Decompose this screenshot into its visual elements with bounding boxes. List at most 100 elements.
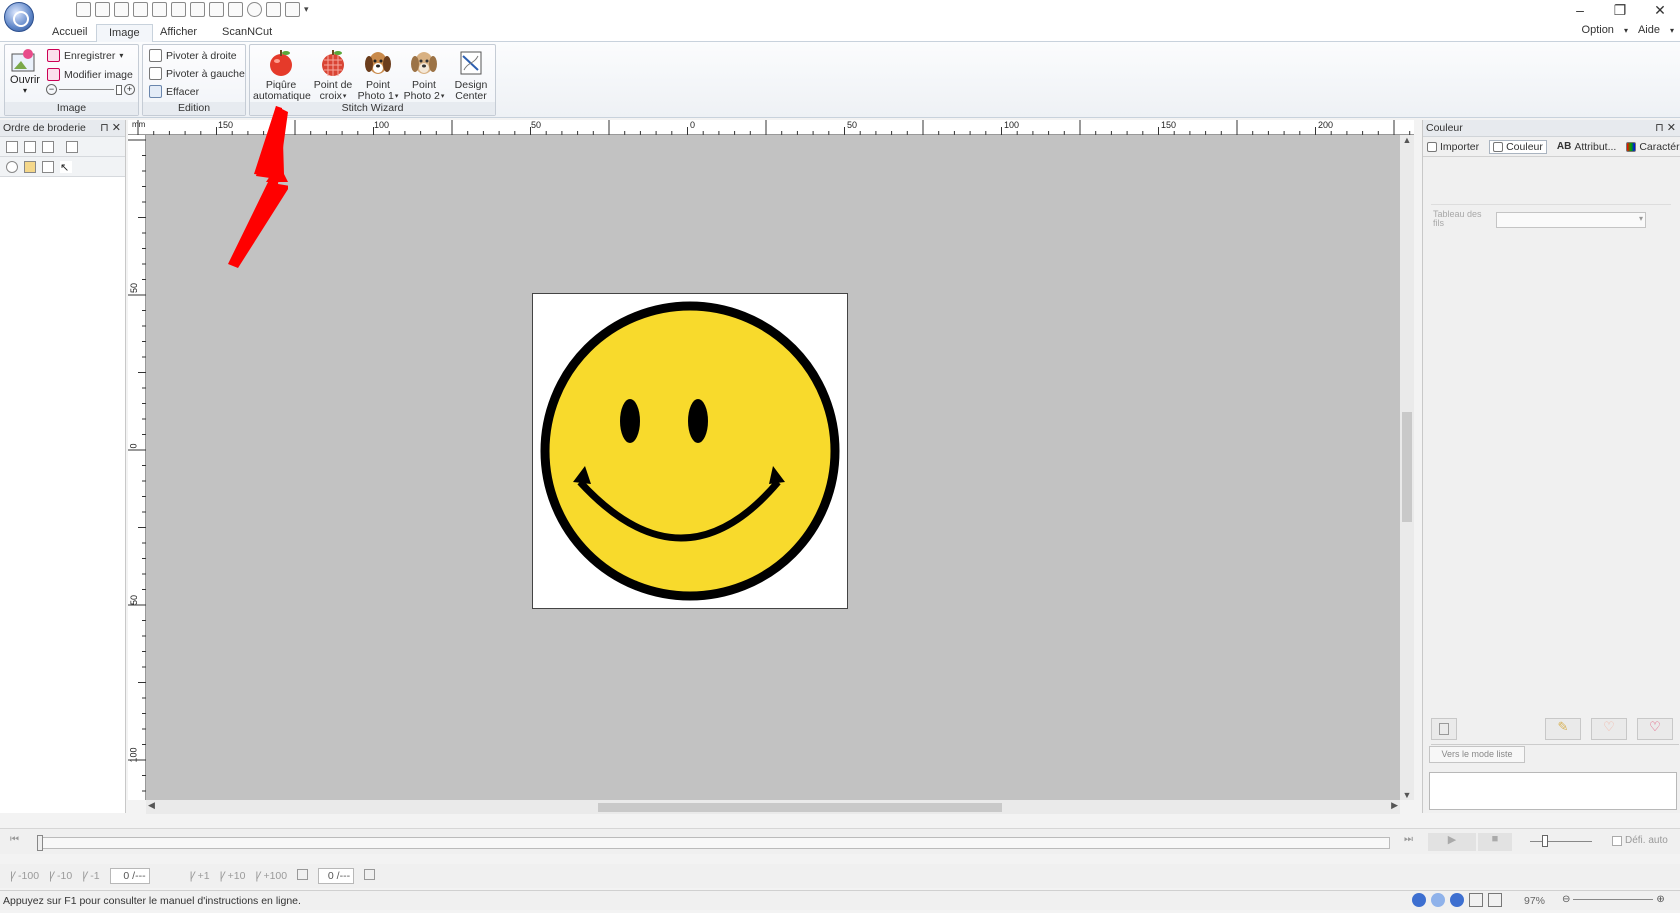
cursor-icon[interactable]: ↖ [60, 160, 72, 174]
eye-icon[interactable] [6, 160, 18, 173]
redo-icon[interactable] [171, 2, 186, 17]
wireless-icon[interactable] [285, 2, 300, 17]
stitch-count-field[interactable]: 0 /--- [109, 868, 150, 884]
list-icon[interactable] [228, 2, 243, 17]
tab-couleur[interactable]: Couleur [1489, 139, 1547, 154]
zoom-icon[interactable] [133, 2, 148, 17]
speed-slider-thumb[interactable] [1542, 835, 1548, 847]
stop-button[interactable]: ■ [1478, 833, 1512, 851]
page-view-icon[interactable] [1469, 893, 1483, 907]
step-plus-1-button[interactable]: Ꝩ +1 [190, 869, 210, 883]
color-step-forward-button[interactable] [364, 869, 376, 883]
color-replace-button[interactable]: ✎ [1545, 718, 1581, 740]
qat-dropdown-icon[interactable]: ▾ [304, 4, 309, 15]
open-button[interactable]: Ouvrir ▾ [9, 48, 41, 95]
tab-image[interactable]: Image [96, 24, 153, 42]
simulator-thumb[interactable] [37, 835, 43, 851]
vertical-scrollbar[interactable]: ▲ ▼ [1400, 135, 1414, 800]
option-dropdown-icon[interactable]: ▾ [1624, 26, 1628, 35]
new-file-icon[interactable] [76, 2, 91, 17]
vertical-ruler: 50 0 50 100 [128, 135, 146, 800]
restore-button[interactable]: ❐ [1600, 0, 1640, 22]
simulator-progress-track[interactable] [37, 835, 1390, 851]
select-dropdown-icon[interactable]: ▾ [1639, 214, 1643, 223]
help-icon[interactable] [247, 2, 262, 17]
option-menu[interactable]: Option [1582, 24, 1614, 36]
piqure-automatique-button[interactable]: Piqûre automatique [253, 48, 311, 102]
horizontal-scrollbar[interactable]: ◀ ▶ [146, 800, 1400, 814]
auto-scroll-checkbox[interactable]: Défi. auto [1612, 835, 1668, 846]
step-plus-100-button[interactable]: Ꝩ +100 [255, 869, 287, 883]
slider-thumb[interactable] [116, 84, 122, 95]
step-minus-1-button[interactable]: Ꝩ -1 [82, 869, 99, 883]
aide-menu[interactable]: Aide [1638, 24, 1660, 36]
vertical-scroll-thumb[interactable] [1402, 412, 1412, 522]
design-center-button[interactable]: Design Center [449, 48, 493, 102]
zoom-slider[interactable]: ⊖ ⊕ [1562, 894, 1665, 905]
color-panel-pin-close-icons[interactable]: ⊓ ✕ [1655, 120, 1676, 137]
hide-icon[interactable] [42, 160, 54, 173]
minus-icon[interactable]: − [46, 84, 57, 95]
aide-dropdown-icon[interactable]: ▾ [1670, 26, 1674, 35]
horizontal-scroll-thumb[interactable] [598, 803, 1002, 812]
tab-caracteristiques[interactable]: Caractér... [1626, 141, 1680, 153]
modifier-image-button[interactable]: Modifier image [47, 66, 133, 83]
frame-icon[interactable] [66, 140, 78, 153]
tab-afficher[interactable]: Afficher [148, 24, 209, 42]
pivoter-droite-button[interactable]: Pivoter à droite [149, 47, 237, 64]
app-menu-orb-icon[interactable] [4, 2, 34, 32]
realistic-view-icon[interactable] [1450, 893, 1464, 907]
undo-icon[interactable] [152, 2, 167, 17]
stitch-view-icon[interactable] [1431, 893, 1445, 907]
favorite-add-button[interactable]: ♡ [1591, 718, 1627, 740]
tab-attribut[interactable]: AB Attribut... [1557, 141, 1616, 153]
point-photo-1-button[interactable]: Point Photo 1 ▾ [356, 48, 400, 102]
scroll-right-icon[interactable]: ▶ [1391, 800, 1398, 811]
zoom-out-icon[interactable]: ⊖ [1562, 894, 1570, 905]
design-view-icon[interactable] [1412, 893, 1426, 907]
step-minus-10-button[interactable]: Ꝩ -10 [49, 869, 72, 883]
skip-to-end-icon[interactable]: ⏭ [1404, 834, 1413, 845]
color-sort-icon[interactable] [42, 140, 54, 153]
thread-chart-select[interactable]: ▾ [1496, 212, 1646, 228]
favorite-button[interactable]: ♡ [1637, 718, 1673, 740]
zoom-in-icon[interactable]: ⊕ [1656, 894, 1664, 905]
thread-list-button[interactable] [1431, 718, 1457, 740]
print-view-icon[interactable] [1488, 893, 1502, 907]
effacer-button[interactable]: Effacer [149, 83, 199, 100]
tab-importer[interactable]: Importer [1427, 141, 1479, 153]
group-icon[interactable] [24, 140, 36, 153]
image-frame[interactable] [532, 293, 848, 609]
minimize-button[interactable]: – [1560, 0, 1600, 22]
step-plus-10-button[interactable]: Ꝩ +10 [220, 869, 246, 883]
design-canvas[interactable] [146, 135, 1400, 800]
open-folder-icon[interactable] [95, 2, 110, 17]
lock-icon[interactable] [24, 160, 36, 173]
list-mode-button[interactable]: Vers le mode liste [1429, 746, 1525, 763]
scroll-down-icon[interactable]: ▼ [1400, 790, 1414, 800]
save-icon[interactable] [114, 2, 129, 17]
play-button[interactable]: ▶ [1428, 833, 1476, 851]
layout-icon[interactable] [209, 2, 224, 17]
transfer-icon[interactable] [266, 2, 281, 17]
image-transparency-slider[interactable]: − + [46, 84, 135, 95]
scroll-left-icon[interactable]: ◀ [148, 800, 155, 811]
select-all-icon[interactable] [6, 140, 18, 153]
point-photo-2-button[interactable]: Point Photo 2 ▾ [401, 48, 447, 102]
point-de-croix-button[interactable]: Point de croix ▾ [311, 48, 355, 102]
color-count-field[interactable]: 0 /--- [318, 868, 355, 884]
pivoter-gauche-button[interactable]: Pivoter à gauche [149, 65, 245, 82]
tab-accueil[interactable]: Accueil [40, 24, 99, 42]
plus-icon[interactable]: + [124, 84, 135, 95]
enregistrer-button[interactable]: Enregistrer ▾ [47, 47, 123, 64]
skip-to-start-icon[interactable]: ⏮ [10, 834, 19, 845]
panel-pin-close-icons[interactable]: ⊓ ✕ [100, 120, 121, 137]
step-minus-100-button[interactable]: Ꝩ -100 [10, 869, 39, 883]
color-step-back-button[interactable] [297, 869, 309, 883]
close-button[interactable]: ✕ [1640, 0, 1680, 22]
preview-icon[interactable] [190, 2, 205, 17]
speed-slider[interactable] [1530, 835, 1592, 847]
checkbox-box[interactable] [1612, 835, 1622, 846]
scroll-up-icon[interactable]: ▲ [1400, 135, 1414, 145]
tab-scanncut[interactable]: ScanNCut [210, 24, 284, 42]
